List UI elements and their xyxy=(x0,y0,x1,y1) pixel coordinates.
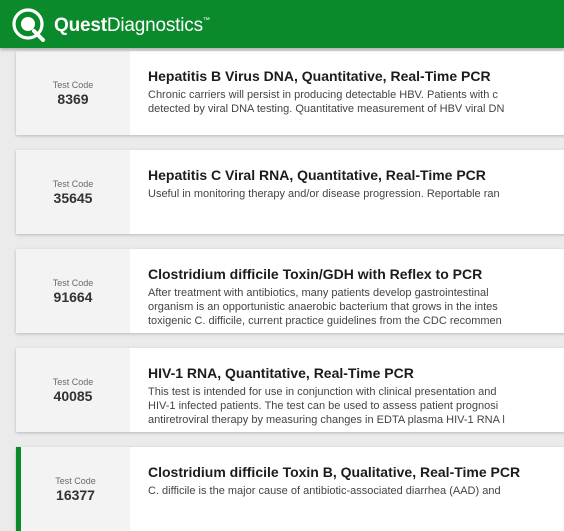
test-description-line: HIV-1 infected patients. The test can be… xyxy=(148,400,499,412)
test-description-line: After treatment with antibiotics, many p… xyxy=(148,287,489,299)
test-description-line: Useful in monitoring therapy and/or dise… xyxy=(148,188,500,200)
test-code-label: Test Code xyxy=(55,476,96,486)
test-code-label: Test Code xyxy=(52,80,94,90)
test-description-line: organism is an opportunistic anaerobic b… xyxy=(148,301,498,313)
test-description-line: C. difficile is the major cause of antib… xyxy=(148,485,501,497)
test-code-value: 16377 xyxy=(56,487,95,503)
test-code-label: Test Code xyxy=(52,377,94,387)
test-description-line: Chronic carriers will persist in produci… xyxy=(148,89,498,101)
test-code-box: Test Code 35645 xyxy=(16,150,130,234)
test-description-line: detected by viral DNA testing. Quantitat… xyxy=(148,103,505,115)
test-code-box: Test Code 40085 xyxy=(16,348,130,432)
brand-name-bold: Quest xyxy=(54,14,107,36)
test-code-value: 40085 xyxy=(53,388,93,404)
test-title[interactable]: Clostridium difficile Toxin B, Qualitati… xyxy=(148,464,520,480)
test-code-box: Test Code 91664 xyxy=(16,249,130,333)
test-description-line: This test is intended for use in conjunc… xyxy=(148,386,497,398)
trademark-symbol: ™ xyxy=(202,16,210,24)
brand-name: QuestDiagnostics™ xyxy=(54,16,210,35)
test-card[interactable]: Test Code 35645 Hepatitis C Viral RNA, Qua… xyxy=(16,150,564,234)
test-description-line: toxigenic C. difficile, current practice… xyxy=(148,315,502,327)
test-card[interactable]: Test Code 91664 Clostridium difficile Toxi… xyxy=(16,249,564,333)
test-description: Chronic carriers will persist in produci… xyxy=(148,88,564,116)
app-header: QuestDiagnostics™ xyxy=(0,0,564,48)
test-card[interactable]: Test Code 40085 HIV-1 RNA, Quantitative, R… xyxy=(16,348,564,432)
brand-name-light: Diagnostics xyxy=(106,14,203,36)
test-description-line: antiretroviral therapy by measuring chan… xyxy=(148,414,505,426)
test-card[interactable]: Test Code 16377 Clostridium difficile Toxi… xyxy=(16,447,564,531)
test-code-box: Test Code 8369 xyxy=(16,51,130,135)
test-code-box: Test Code 16377 xyxy=(21,447,130,531)
test-code-value: 91664 xyxy=(53,289,93,305)
test-code-label: Test Code xyxy=(52,179,94,189)
test-description: C. difficile is the major cause of antib… xyxy=(148,484,564,498)
quest-logo-icon xyxy=(12,8,45,42)
test-title[interactable]: HIV-1 RNA, Quantitative, Real-Time PCR xyxy=(148,365,414,381)
test-description: After treatment with antibiotics, many p… xyxy=(148,286,564,328)
test-code-value: 8369 xyxy=(57,91,89,107)
test-code-value: 35645 xyxy=(53,190,93,206)
test-description: This test is intended for use in conjunc… xyxy=(148,385,564,427)
test-card[interactable]: Test Code 8369 Hepatitis B Virus DNA, Quan… xyxy=(16,51,564,135)
test-description: Useful in monitoring therapy and/or dise… xyxy=(148,187,564,201)
test-code-label: Test Code xyxy=(52,278,94,288)
test-title[interactable]: Hepatitis C Viral RNA, Quantitative, Rea… xyxy=(148,167,486,183)
quest-logo[interactable]: QuestDiagnostics™ xyxy=(12,8,210,42)
test-title[interactable]: Clostridium difficile Toxin/GDH with Ref… xyxy=(148,266,482,282)
test-title[interactable]: Hepatitis B Virus DNA, Quantitative, Rea… xyxy=(148,68,491,84)
